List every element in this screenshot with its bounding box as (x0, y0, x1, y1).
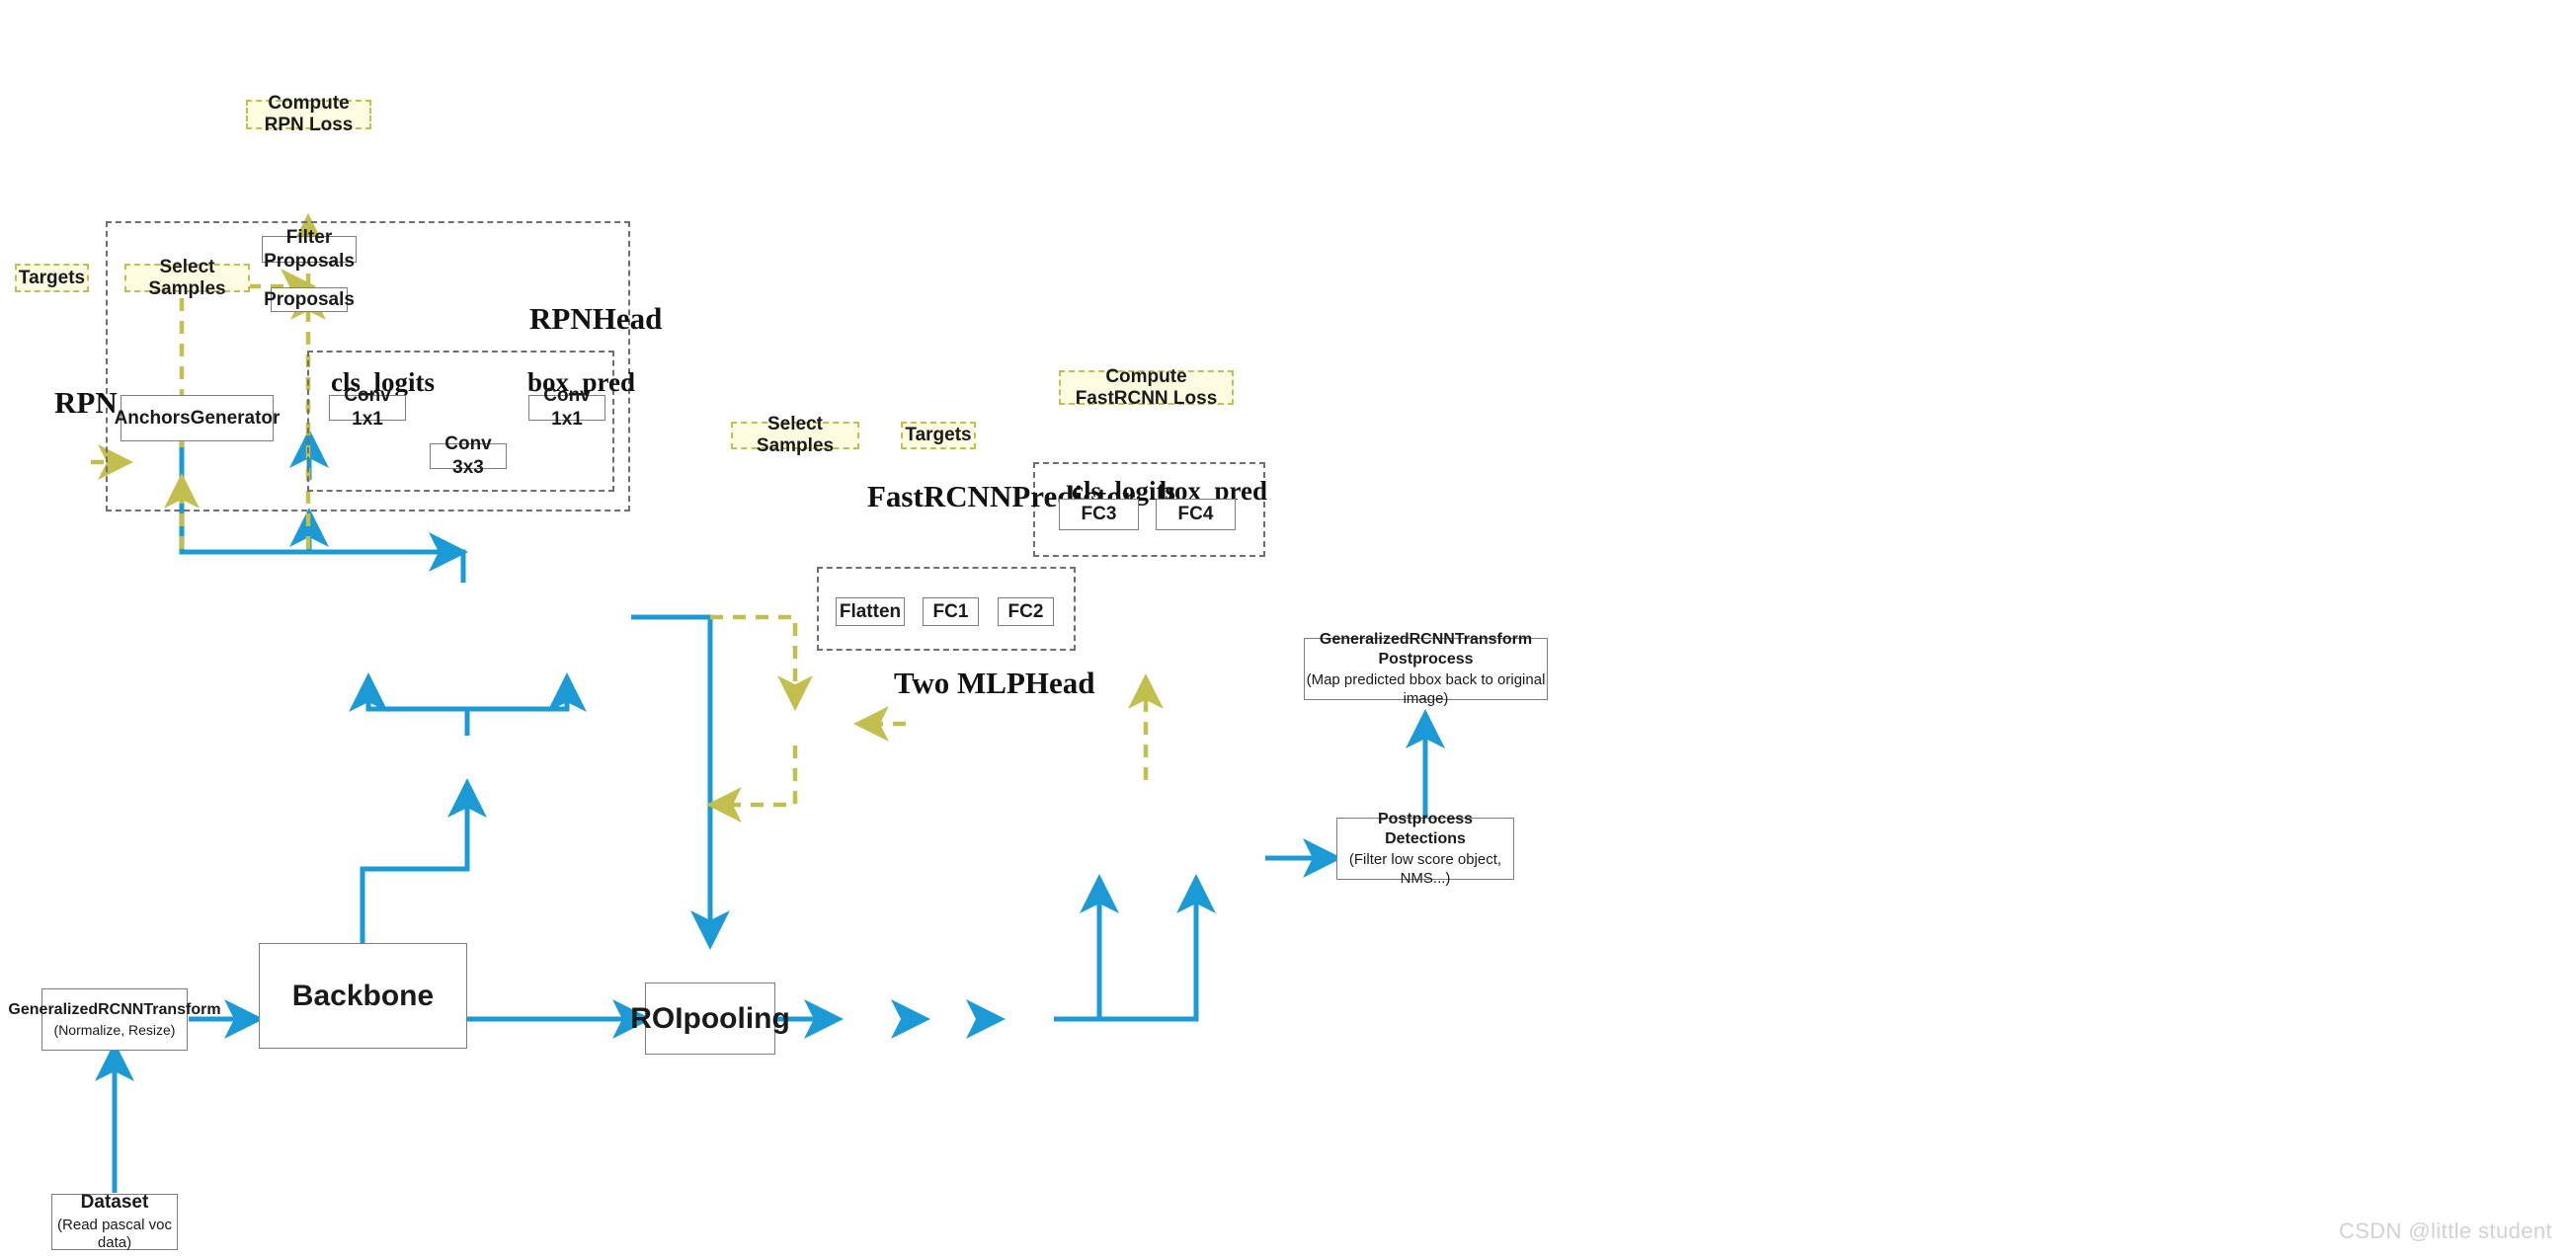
diagram-canvas: RPN RPNHead FastRCNNPredictor Two MLPHea… (0, 0, 2576, 1258)
node-proposals[interactable]: Proposals (264, 287, 355, 312)
node-compute-fastrcnn-loss-label: Compute FastRCNN Loss (1075, 365, 1218, 409)
blue-flow-joins (467, 706, 1196, 1022)
node-fc4[interactable]: FC4 (1156, 499, 1236, 530)
edge-bus-to-selectsamples-roi (710, 614, 813, 712)
node-select-samples-roi[interactable]: Select Samples (731, 414, 859, 456)
node-postprocess-transform-subtitle: (Map predicted bbox back to original ima… (1306, 670, 1546, 707)
node-targets-roi[interactable]: Targets (901, 422, 976, 449)
edge-fc2-to-fc4 (1054, 873, 1216, 1022)
node-fc3-label: FC3 (1081, 504, 1117, 525)
label-rpnhead-group: RPNHead (529, 301, 663, 336)
edge-backbone-to-conv3x3 (360, 777, 487, 943)
label-twomlphead-group: Two MLPHead (894, 666, 1095, 700)
edge-conv3x3-to-cls-conv (349, 671, 470, 736)
node-roipooling-label: ROIpooling (630, 1001, 790, 1035)
node-compute-rpn-loss-label: Compute RPN Loss (264, 93, 354, 135)
node-filter-proposals[interactable]: Filter Proposals (262, 227, 357, 272)
node-roipooling[interactable]: ROIpooling (630, 983, 790, 1055)
node-fc1[interactable]: FC1 (923, 597, 979, 626)
node-backbone-label: Backbone (291, 979, 435, 1012)
node-conv1x1-box[interactable]: Conv 1x1 (528, 385, 605, 430)
edge-conv3x3-to-box-conv (464, 671, 587, 736)
node-flatten-label: Flatten (839, 600, 902, 622)
node-generalized-rcnn-transform-title: GeneralizedRCNNTransform (8, 1000, 221, 1018)
node-postprocess-detections-title: Postprocess Detections (1377, 810, 1474, 847)
label-rpn-group: RPN (54, 385, 118, 420)
node-targets-roi-label: Targets (905, 425, 972, 445)
node-flatten[interactable]: Flatten (836, 597, 905, 626)
node-conv1x1-box-label: Conv 1x1 (543, 385, 591, 430)
node-anchors-generator[interactable]: AnchorsGenerator (115, 395, 280, 441)
edge-fc2-to-fc3 (1054, 873, 1119, 1022)
node-fc2-label: FC2 (1007, 600, 1044, 622)
watermark-text: CSDN @little student (2338, 1219, 2552, 1243)
node-dataset-title: Dataset (80, 1191, 149, 1213)
node-compute-rpn-loss[interactable]: Compute RPN Loss (246, 93, 371, 135)
edge-rpn-to-roipooling (631, 614, 730, 951)
node-conv1x1-cls-label: Conv 1x1 (344, 385, 391, 430)
node-postprocess-transform-title: GeneralizedRCNNTransform Postprocess (1319, 630, 1533, 668)
node-conv1x1-cls[interactable]: Conv 1x1 (329, 385, 406, 430)
node-fc1-label: FC1 (932, 600, 969, 622)
node-postprocess-transform[interactable]: GeneralizedRCNNTransform Postprocess (Ma… (1304, 631, 1548, 707)
node-fc4-label: FC4 (1177, 504, 1214, 525)
node-backbone[interactable]: Backbone (259, 943, 467, 1049)
node-dataset-subtitle: (Read pascal voc data) (57, 1216, 172, 1252)
node-targets-rpn-label: Targets (18, 267, 86, 288)
node-filter-proposals-label: Filter Proposals (264, 226, 355, 272)
node-generalized-rcnn-transform-subtitle: (Normalize, Resize) (53, 1021, 176, 1038)
node-fc3[interactable]: FC3 (1059, 499, 1139, 530)
node-select-samples-rpn[interactable]: Select Samples (124, 257, 250, 299)
edge-selectsamples-roi-back (705, 746, 798, 823)
node-fc2[interactable]: FC2 (998, 597, 1054, 626)
node-targets-rpn[interactable]: Targets (15, 264, 89, 292)
node-proposals-label: Proposals (264, 288, 355, 310)
node-select-samples-roi-label: Select Samples (756, 414, 835, 456)
node-select-samples-rpn-label: Select Samples (148, 256, 226, 299)
node-conv3x3[interactable]: Conv 3x3 (430, 433, 507, 478)
edge-rpnhead-to-proposals (289, 507, 466, 583)
node-anchors-generator-label: AnchorsGenerator (114, 407, 281, 429)
node-postprocess-detections[interactable]: Postprocess Detections (Filter low score… (1336, 811, 1514, 887)
node-dataset[interactable]: Dataset (Read pascal voc data) (51, 1191, 178, 1251)
node-postprocess-detections-subtitle: (Filter low score object, NMS...) (1348, 850, 1502, 887)
node-generalized-rcnn-transform[interactable]: GeneralizedRCNNTransform (Normalize, Res… (8, 988, 221, 1051)
node-compute-fastrcnn-loss[interactable]: Compute FastRCNN Loss (1059, 366, 1234, 409)
connector-layer (91, 212, 1445, 1193)
node-conv3x3-label: Conv 3x3 (444, 433, 492, 478)
